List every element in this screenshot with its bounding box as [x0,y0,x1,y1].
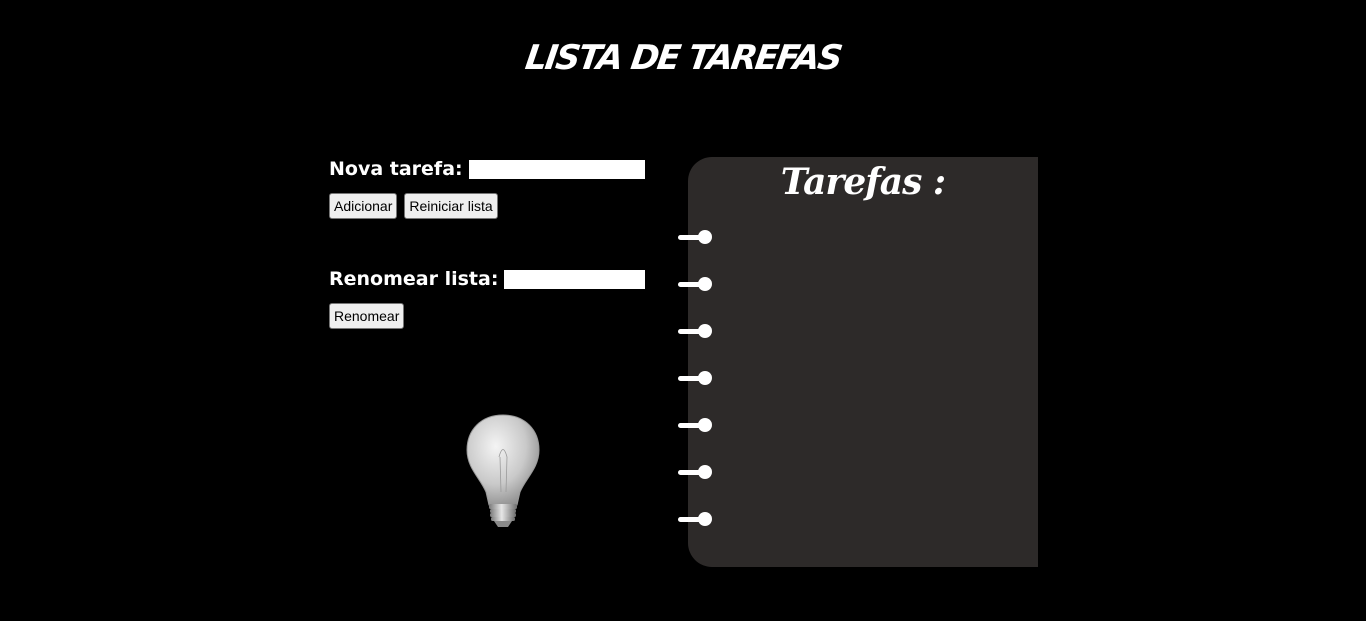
reset-list-button[interactable]: Reiniciar lista [404,193,498,219]
binder-ring-icon [678,512,712,526]
task-notebook [688,157,1038,567]
rename-list-input[interactable] [504,269,646,289]
binder-ring-icon [678,277,712,291]
binder-ring-icon [678,371,712,385]
add-task-button[interactable]: Adicionar [329,193,398,219]
rename-list-label: Renomear lista: [329,268,499,290]
new-task-input[interactable] [468,159,645,179]
app-page: LISTA DE TAREFAS Nova tarefa: Adicionar … [0,0,1366,621]
page-title: LISTA DE TAREFAS [522,38,844,78]
rename-button[interactable]: Renomear [329,303,405,329]
binder-ring-icon [678,465,712,479]
lightbulb-icon[interactable] [462,412,544,530]
binder-ring-icon [678,230,712,244]
notebook-heading: Tarefas : [780,161,946,203]
rename-list-form: Renomear lista: Renomear [329,266,646,329]
new-task-form: Nova tarefa: Adicionar Reiniciar lista [329,156,645,219]
new-task-label: Nova tarefa: [329,158,463,180]
binder-ring-icon [678,418,712,432]
binder-ring-icon [678,324,712,338]
